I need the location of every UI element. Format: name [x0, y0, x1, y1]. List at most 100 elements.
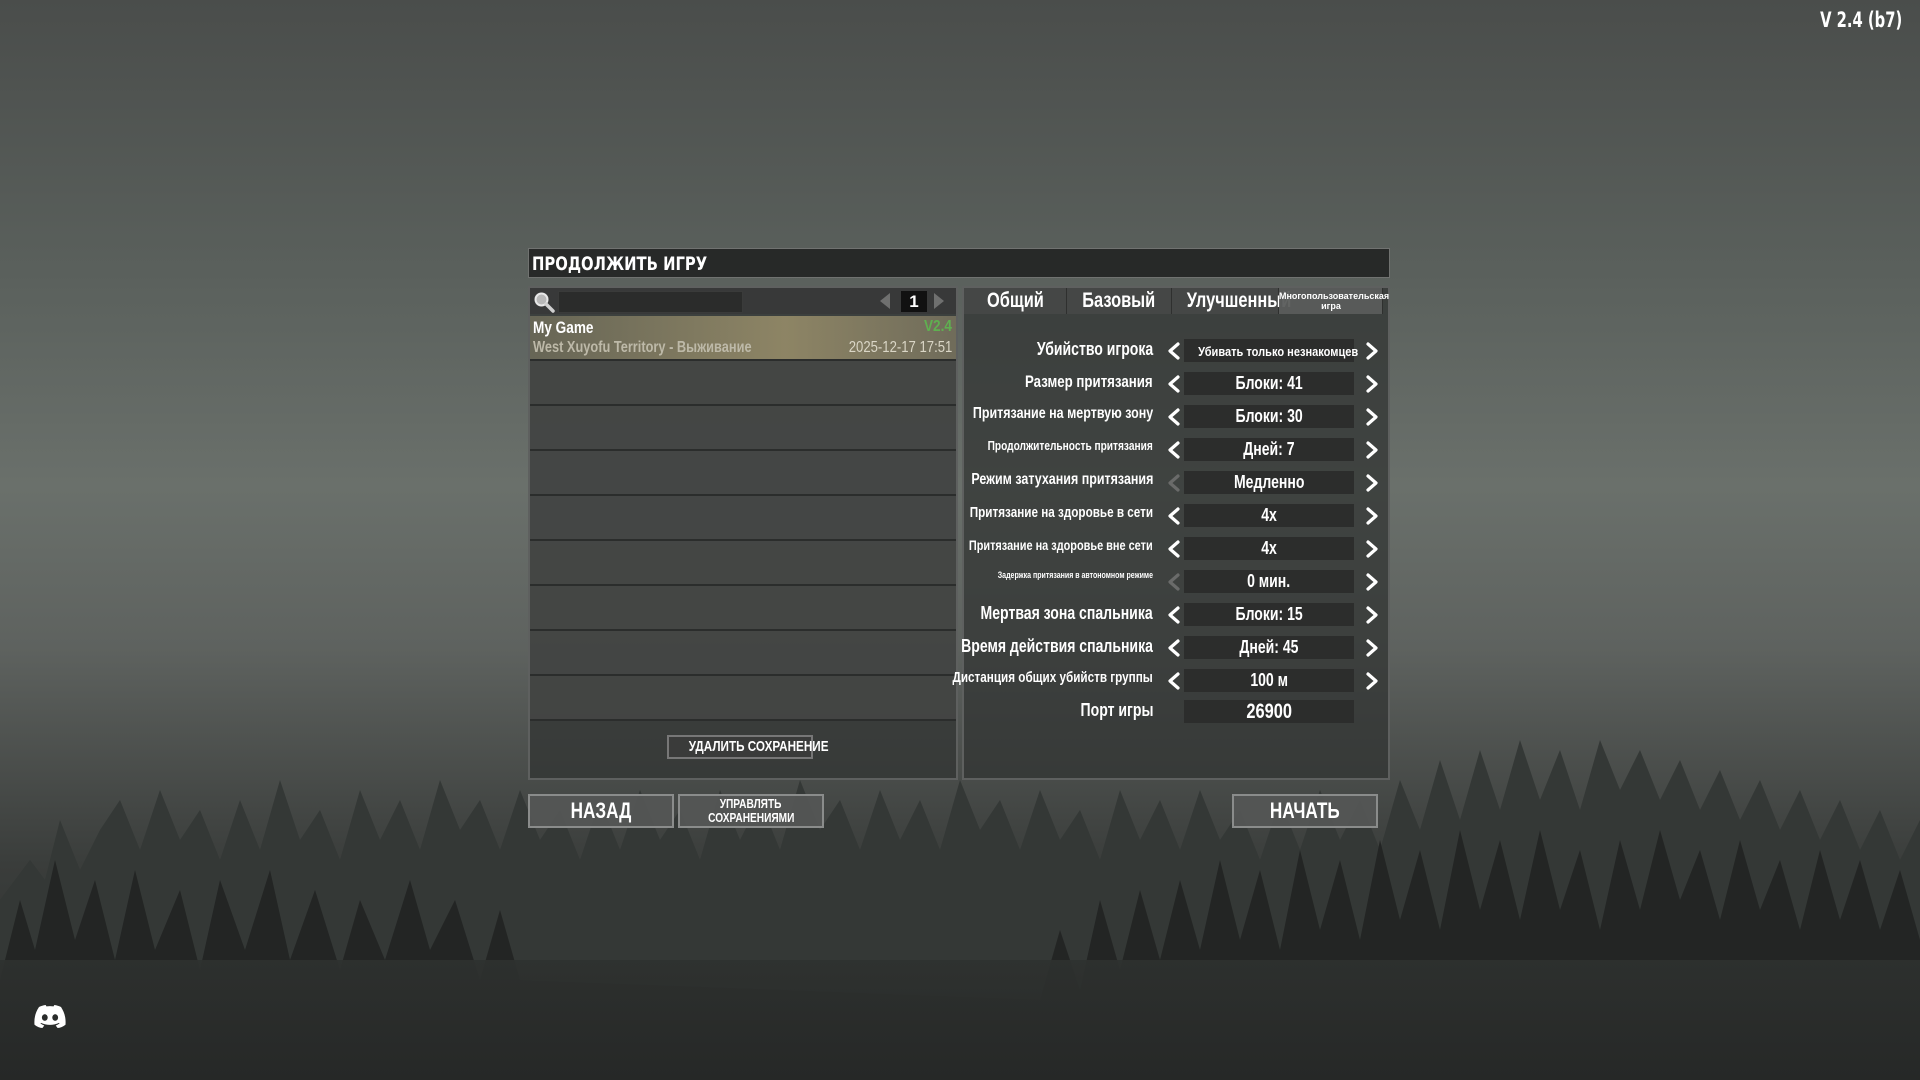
discord-icon[interactable]: [34, 1004, 66, 1028]
save-date: 2025-12-17 17:51: [848, 339, 952, 356]
search-input[interactable]: [558, 291, 743, 313]
chevron-right-icon[interactable]: [1362, 374, 1382, 394]
chevron-right-icon[interactable]: [1362, 506, 1382, 526]
setting-value-text: 0 мин.: [1247, 571, 1291, 591]
setting-row: Продолжительность притязания Дней: 7: [964, 436, 1388, 464]
setting-value: Блоки: 15: [1184, 603, 1354, 626]
setting-row: Мертвая зона спальника Блоки: 15: [964, 601, 1388, 629]
chevron-right-icon[interactable]: [1362, 407, 1382, 427]
setting-value: 0 мин.: [1184, 570, 1354, 593]
setting-label: Режим затухания притязания: [970, 471, 1153, 488]
chevron-right-icon[interactable]: [1362, 671, 1382, 691]
back-label: НАЗАД: [570, 798, 632, 823]
settings-tabs: Общий Базовый Улучшенный Многопользовате…: [964, 288, 1389, 316]
setting-label: Притязание на здоровье вне сети: [969, 537, 1153, 553]
tab-general[interactable]: Общий: [964, 288, 1067, 314]
chevron-left-icon[interactable]: [1164, 473, 1184, 493]
setting-value-text: 100 м: [1250, 670, 1288, 690]
chevron-left-icon[interactable]: [1164, 638, 1184, 658]
chevron-right-icon[interactable]: [1362, 539, 1382, 559]
back-button[interactable]: НАЗАД: [528, 794, 674, 828]
chevron-right-icon[interactable]: [1362, 440, 1382, 460]
empty-save-row[interactable]: [530, 541, 956, 586]
setting-value-text: 4x: [1261, 538, 1277, 558]
chevron-left-icon[interactable]: [1164, 341, 1184, 361]
search-icon: [534, 292, 555, 313]
setting-value-text: Убивать только незнакомцев: [1198, 344, 1359, 359]
manage-saves-button[interactable]: УПРАВЛЯТЬ СОХРАНЕНИЯМИ: [678, 794, 824, 828]
setting-value: Убивать только незнакомцев: [1184, 339, 1358, 362]
setting-value: 4x: [1184, 537, 1354, 560]
chevron-right-icon[interactable]: [1362, 341, 1382, 361]
delete-save-button[interactable]: УДАЛИТЬ СОХРАНЕНИЕ: [667, 735, 829, 759]
setting-label: Размер притязания: [1025, 372, 1153, 391]
setting-value: Медленно: [1184, 471, 1354, 494]
chevron-left-icon[interactable]: [1164, 539, 1184, 559]
page-next-icon[interactable]: [934, 293, 944, 309]
setting-value-text: Блоки: 30: [1235, 406, 1303, 426]
setting-label: Продолжительность притязания: [987, 438, 1153, 453]
chevron-right-icon[interactable]: [1362, 605, 1382, 625]
setting-row: Дистанция общих убийств группы 100 м: [953, 667, 1388, 695]
setting-row: Размер притязания Блоки: 41: [964, 370, 1388, 398]
save-name: My Game: [533, 318, 594, 337]
settings-panel: Общий Базовый Улучшенный Многопользовате…: [953, 286, 1390, 780]
setting-value-text: Блоки: 41: [1235, 373, 1303, 393]
chevron-left-icon[interactable]: [1164, 407, 1184, 427]
setting-row: Задержка притязания в автономном режиме 0…: [964, 568, 1388, 596]
setting-value: Блоки: 30: [1184, 405, 1354, 428]
chevron-left-icon[interactable]: [1164, 605, 1184, 625]
setting-label: Задержка притязания в автономном режиме: [997, 570, 1153, 580]
delete-save-label: УДАЛИТЬ СОХРАНЕНИЕ: [688, 738, 829, 755]
setting-row: Режим затухания притязания Медленно: [964, 469, 1388, 497]
chevron-left-icon[interactable]: [1164, 440, 1184, 460]
tab-basic[interactable]: Базовый: [1067, 288, 1172, 314]
setting-value: Дней: 7: [1184, 438, 1354, 461]
setting-row: Притязание на здоровье вне сети 4x: [964, 535, 1388, 563]
setting-row: Притязание на мертвую зону Блоки: 30: [964, 403, 1388, 431]
setting-value-text: Дней: 45: [1239, 637, 1299, 657]
empty-save-row[interactable]: [530, 361, 956, 406]
setting-label: Убийство игрока: [1036, 339, 1153, 359]
empty-save-row[interactable]: [530, 406, 956, 451]
continue-game-window: ПРОДОЛЖИТЬ ИГРУ 1 My Game V2.4 West Xuyo…: [528, 248, 1390, 828]
page-prev-icon[interactable]: [880, 293, 890, 309]
setting-value-text: Медленно: [1233, 472, 1305, 492]
start-label: НАЧАТЬ: [1270, 798, 1340, 823]
chevron-right-icon[interactable]: [1362, 473, 1382, 493]
chevron-left-icon[interactable]: [1164, 374, 1184, 394]
tab-multiplayer[interactable]: Многопользовательская игра: [1279, 288, 1389, 314]
save-version: V2.4: [924, 318, 952, 335]
chevron-left-icon[interactable]: [1164, 572, 1184, 592]
manage-saves-label-2: СОХРАНЕНИЯМИ: [707, 810, 795, 825]
chevron-right-icon[interactable]: [1362, 638, 1382, 658]
search-bar: 1: [530, 288, 956, 314]
port-input[interactable]: 26900: [1184, 700, 1354, 723]
save-row[interactable]: My Game V2.4 West Xuyofu Territory - Выж…: [530, 316, 956, 361]
setting-value: Блоки: 41: [1184, 372, 1354, 395]
version-label: V 2.4 (b7): [1819, 8, 1902, 32]
setting-label: Притязание на здоровье в сети: [969, 504, 1153, 521]
empty-save-row[interactable]: [530, 496, 956, 541]
empty-save-row[interactable]: [530, 451, 956, 496]
setting-label: Мертвая зона спальника: [980, 603, 1153, 623]
chevron-right-icon[interactable]: [1362, 572, 1382, 592]
empty-save-row[interactable]: [530, 586, 956, 631]
start-button[interactable]: НАЧАТЬ: [1232, 794, 1378, 828]
chevron-left-icon[interactable]: [1164, 506, 1184, 526]
empty-save-row[interactable]: [530, 631, 956, 676]
setting-label: Дистанция общих убийств группы: [952, 669, 1153, 686]
port-value: 26900: [1246, 700, 1292, 723]
chevron-left-icon[interactable]: [1164, 671, 1184, 691]
tab-advanced[interactable]: Улучшенный: [1172, 288, 1291, 314]
setting-row: Время действия спальника Дней: 45: [961, 634, 1388, 662]
setting-label: Время действия спальника: [961, 636, 1153, 656]
save-world: West Xuyofu Territory - Выживание: [533, 339, 752, 356]
setting-label: Притязание на мертвую зону: [972, 405, 1153, 422]
setting-value: 4x: [1184, 504, 1354, 527]
setting-row-port: Порт игры 26900: [964, 698, 1388, 726]
empty-save-row[interactable]: [530, 676, 956, 721]
window-title: ПРОДОЛЖИТЬ ИГРУ: [532, 253, 708, 275]
title-bar: ПРОДОЛЖИТЬ ИГРУ: [528, 248, 1390, 278]
save-list: My Game V2.4 West Xuyofu Territory - Выж…: [530, 316, 956, 721]
